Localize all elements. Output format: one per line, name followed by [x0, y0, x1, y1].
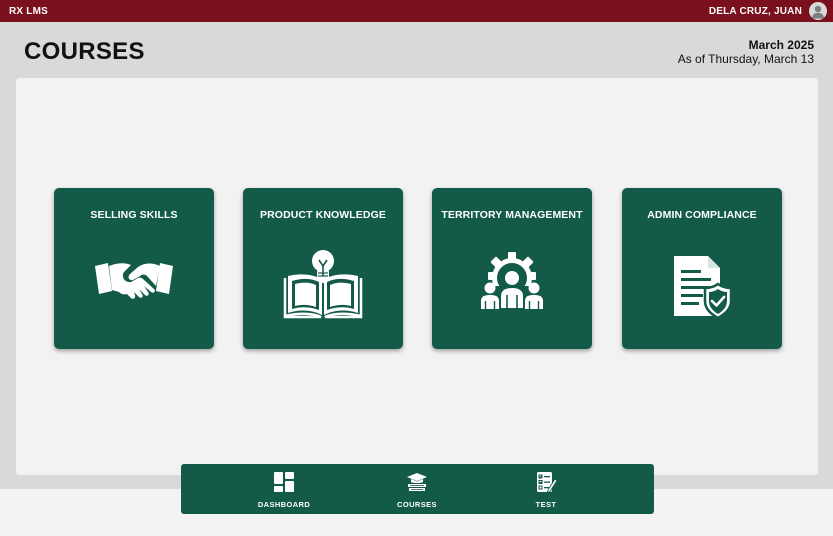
nav-label: COURSES: [397, 500, 437, 509]
book-lightbulb-icon: [283, 250, 363, 319]
handshake-icon: [95, 263, 173, 299]
nav-label: TEST: [535, 500, 557, 509]
course-card-title: PRODUCT KNOWLEDGE: [260, 209, 386, 221]
user-name[interactable]: DELA CRUZ, JUAN: [709, 6, 802, 17]
dashboard-icon: [274, 472, 294, 492]
team-gear-icon: [481, 252, 543, 326]
date-info: March 2025 As of Thursday, March 13: [678, 38, 814, 67]
user-menu[interactable]: DELA CRUZ, JUAN: [709, 2, 827, 20]
course-card-territory-management[interactable]: TERRITORY MANAGEMENT: [432, 188, 592, 349]
course-card-admin-compliance[interactable]: ADMIN COMPLIANCE: [622, 188, 782, 349]
page-title: COURSES: [24, 38, 145, 65]
course-card-selling-skills[interactable]: SELLING SKILLS: [54, 188, 214, 349]
course-card-title: SELLING SKILLS: [90, 209, 178, 221]
app-name[interactable]: RX LMS: [9, 6, 48, 17]
bottom-nav: DASHBOARD COURSES TEST: [181, 464, 654, 514]
course-card-title: TERRITORY MANAGEMENT: [441, 209, 583, 221]
courses-icon: [407, 473, 427, 491]
current-month: March 2025: [748, 38, 814, 52]
document-shield-icon: [674, 256, 733, 320]
nav-item-courses[interactable]: COURSES: [372, 464, 462, 514]
nav-item-dashboard[interactable]: DASHBOARD: [239, 464, 329, 514]
user-avatar-icon[interactable]: [809, 2, 827, 20]
top-bar: RX LMS DELA CRUZ, JUAN: [0, 0, 833, 22]
test-checklist-icon: [537, 472, 557, 493]
as-of-date: As of Thursday, March 13: [677, 52, 814, 66]
nav-label: DASHBOARD: [257, 500, 311, 509]
course-card-title: ADMIN COMPLIANCE: [647, 209, 757, 221]
nav-item-test[interactable]: TEST: [501, 464, 591, 514]
course-card-product-knowledge[interactable]: PRODUCT KNOWLEDGE: [243, 188, 403, 349]
